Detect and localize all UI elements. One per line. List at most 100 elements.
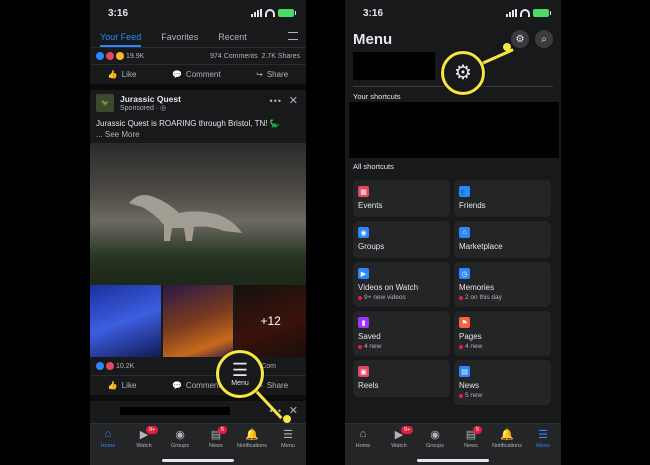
shortcut-friends[interactable]: 👥 Friends xyxy=(454,180,551,217)
see-more-link[interactable]: ... See More xyxy=(96,130,140,139)
shortcut-news[interactable]: ▤ News 5 new xyxy=(454,360,551,405)
shortcut-reels[interactable]: ▣ Reels xyxy=(353,360,450,397)
share-count[interactable]: 2.7K Shares xyxy=(261,53,300,60)
shortcut-groups[interactable]: ◉ Groups xyxy=(353,221,450,258)
battery-icon xyxy=(278,9,296,17)
status-time: 3:16 xyxy=(363,7,384,19)
nav-notifications[interactable]: 🔔 Notifications xyxy=(235,428,269,465)
post-photo-4[interactable]: +12 xyxy=(235,285,306,357)
home-icon: ⌂ xyxy=(359,428,367,440)
share-button[interactable]: ↪Share xyxy=(256,70,288,79)
thumbs-up-icon: 👍 xyxy=(107,70,118,79)
shortcut-label: Marketplace xyxy=(459,242,503,251)
more-options-icon[interactable]: ••• xyxy=(270,96,282,106)
tab-recent[interactable]: Recent xyxy=(218,32,247,42)
nav-notifications[interactable]: 🔔 Notifications xyxy=(490,428,524,465)
comment-button[interactable]: 💬 Comment xyxy=(172,381,221,390)
menu-icon: ☰ xyxy=(231,359,249,380)
shortcut-pages[interactable]: ⚑ Pages 4 new xyxy=(454,311,551,356)
status-bar: 3:16 xyxy=(345,0,561,26)
reaction-count[interactable]: 19.9K xyxy=(126,53,144,60)
post-photo-3[interactable] xyxy=(162,285,234,357)
new-dot-icon xyxy=(459,295,463,300)
post-actions: 👍Like 💬Comment ↪Share xyxy=(90,375,306,395)
thumbs-up-icon: 👍 xyxy=(107,381,118,390)
home-icon: ⌂ xyxy=(104,428,112,440)
shortcut-label: Events xyxy=(358,201,383,210)
redacted-profile[interactable] xyxy=(353,52,435,80)
new-dot-icon xyxy=(459,393,463,398)
settings-gear-icon[interactable]: ⚙ xyxy=(511,30,529,48)
love-reaction-icon xyxy=(106,362,114,370)
menu-callout: ☰ Menu xyxy=(216,350,264,398)
menu-icon: ☰ xyxy=(283,428,293,441)
love-reaction-icon xyxy=(106,52,114,60)
shortcut-videos-on-watch[interactable]: ▶ Videos on Watch 9+ new videos xyxy=(353,262,450,307)
page-title: Menu xyxy=(353,30,393,48)
nav-home[interactable]: ⌂ Home xyxy=(91,428,125,465)
nav-watch[interactable]: ▶ 9+ Watch xyxy=(382,426,416,465)
search-icon[interactable]: ⌕ xyxy=(535,30,553,48)
post-text: Jurassic Quest is ROARING through Bristo… xyxy=(96,119,280,139)
shortcuts-grid: ▦ Events 👥 Friends ◉ Groups ⌂ Marketplace ▶ Video… xyxy=(353,180,551,405)
shortcut-label: Pages xyxy=(459,332,482,341)
callout-target-dot xyxy=(503,43,511,51)
redacted-shortcuts xyxy=(349,102,559,158)
shortcut-sub: 2 on this day xyxy=(459,294,547,301)
page-name[interactable]: Jurassic Quest xyxy=(120,94,181,104)
comment-button[interactable]: 💬 Comment xyxy=(172,70,221,79)
nav-home[interactable]: ⌂ Home xyxy=(346,428,380,465)
like-button[interactable]: 👍 Like xyxy=(108,70,137,79)
news-icon: ▤ xyxy=(459,366,470,377)
shortcut-events[interactable]: ▦ Events xyxy=(353,180,450,217)
friends-icon: 👥 xyxy=(459,186,470,197)
memories-icon: ◷ xyxy=(459,268,470,279)
status-time: 3:16 xyxy=(108,7,129,19)
page-avatar[interactable]: 🦖 xyxy=(96,94,114,112)
nav-menu[interactable]: ☰ Menu xyxy=(526,428,560,465)
shortcut-sub: 4 new xyxy=(358,343,446,350)
globe-icon: ◎ xyxy=(160,105,167,112)
shortcut-label: Groups xyxy=(358,242,385,251)
post-photo-grid: +12 xyxy=(90,285,306,357)
redacted-bar xyxy=(120,407,230,415)
like-button[interactable]: 👍 Like xyxy=(108,381,137,390)
haha-reaction-icon xyxy=(116,52,124,60)
shortcut-label: News xyxy=(459,381,480,390)
groups-icon: ◉ xyxy=(358,227,369,238)
watch-badge: 9+ xyxy=(146,426,159,434)
wifi-icon xyxy=(520,9,530,17)
prev-post-stats: 19.9K 974 Comments 2.7K Shares xyxy=(90,48,306,64)
new-dot-icon xyxy=(358,344,362,349)
shortcut-saved[interactable]: ▮ Saved 4 new xyxy=(353,311,450,356)
shortcut-label: Saved xyxy=(358,332,381,341)
post-photo-main[interactable] xyxy=(90,143,306,285)
status-bar: 3:16 xyxy=(90,0,306,26)
post-photo-2[interactable] xyxy=(90,285,161,357)
prev-post-actions: 👍 Like 💬 Comment ↪ Share xyxy=(90,64,306,84)
tab-favorites[interactable]: Favorites xyxy=(161,32,198,42)
battery-icon xyxy=(533,9,551,17)
bell-icon: 🔔 xyxy=(500,428,514,441)
menu-icon: ☰ xyxy=(538,428,548,441)
groups-icon: ◉ xyxy=(430,428,440,441)
shortcut-label: Reels xyxy=(358,381,379,390)
wifi-icon xyxy=(265,9,275,17)
shortcut-marketplace[interactable]: ⌂ Marketplace xyxy=(454,221,551,258)
like-reaction-icon xyxy=(96,52,104,60)
tab-your-feed[interactable]: Your Feed xyxy=(100,32,142,47)
new-dot-icon xyxy=(459,344,463,349)
shortcut-sub: 5 new xyxy=(459,392,547,399)
shortcut-sub: 9+ new videos xyxy=(358,294,446,301)
new-dot-icon xyxy=(358,295,362,300)
close-icon[interactable]: ✕ xyxy=(289,94,298,107)
home-indicator xyxy=(417,459,489,462)
reaction-count[interactable]: 10.2K xyxy=(116,363,134,370)
close-icon[interactable]: ✕ xyxy=(289,404,298,417)
nav-menu[interactable]: ☰ Menu xyxy=(271,428,305,465)
nav-watch[interactable]: ▶ 9+ Watch xyxy=(127,426,161,465)
comment-count[interactable]: 974 Comments xyxy=(210,53,257,60)
filter-icon[interactable] xyxy=(288,32,298,40)
settings-gear-icon: ⚙ xyxy=(454,62,472,84)
shortcut-memories[interactable]: ◷ Memories 2 on this day xyxy=(454,262,551,307)
